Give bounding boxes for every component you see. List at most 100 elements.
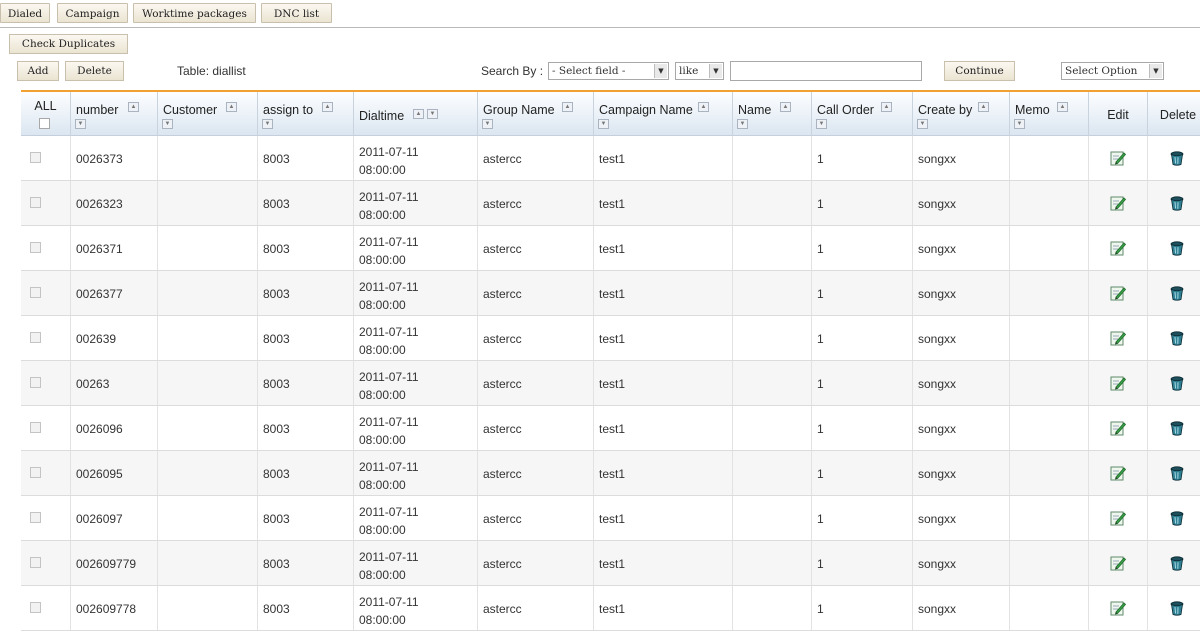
edit-pencil-icon[interactable] (1110, 195, 1127, 211)
sort-asc-icon[interactable]: ▲ (881, 102, 892, 112)
col-group-name[interactable]: Group Name ▲ ▼ (478, 92, 594, 136)
tab-dialed[interactable]: Dialed (0, 3, 50, 23)
edit-pencil-icon[interactable] (1110, 150, 1127, 166)
cell-edit (1089, 271, 1148, 315)
cell-group: astercc (478, 451, 594, 495)
edit-pencil-icon[interactable] (1110, 285, 1127, 301)
group-value: astercc (483, 467, 522, 481)
row-checkbox[interactable] (30, 557, 41, 568)
continue-button[interactable]: Continue (944, 61, 1015, 81)
col-memo[interactable]: Memo ▲ ▼ (1010, 92, 1089, 136)
sort-asc-icon[interactable]: ▲ (128, 102, 139, 112)
trash-can-icon[interactable] (1169, 240, 1185, 256)
col-name-label: Name (738, 103, 772, 117)
col-edit-label: Edit (1107, 108, 1129, 122)
trash-can-icon[interactable] (1169, 330, 1185, 346)
tab-campaign[interactable]: Campaign (57, 3, 128, 23)
edit-pencil-icon[interactable] (1110, 330, 1127, 346)
trash-can-icon[interactable] (1169, 195, 1185, 211)
row-checkbox[interactable] (30, 422, 41, 433)
number-value: 0026373 (76, 152, 123, 166)
cell-select (21, 271, 71, 315)
sort-asc-icon[interactable]: ▲ (226, 102, 237, 112)
edit-pencil-icon[interactable] (1110, 240, 1127, 256)
cell-select (21, 586, 71, 630)
group-value: astercc (483, 197, 522, 211)
sort-desc-icon[interactable]: ▼ (262, 119, 273, 129)
table-row: 0026095 8003 2011-07-11 08:00:00 astercc test… (21, 451, 1200, 496)
col-campaign-name[interactable]: Campaign Name ▲ ▼ (594, 92, 733, 136)
row-checkbox[interactable] (30, 332, 41, 343)
call-order-value: 1 (817, 557, 824, 571)
dialtime-date: 2011-07-11 (359, 460, 419, 474)
edit-pencil-icon[interactable] (1110, 375, 1127, 391)
trash-can-icon[interactable] (1169, 600, 1185, 616)
col-dialtime[interactable]: Dialtime ▲ ▼ (354, 92, 478, 136)
col-number[interactable]: number ▲ ▼ (71, 92, 158, 136)
sort-asc-icon[interactable]: ▲ (698, 102, 709, 112)
edit-pencil-icon[interactable] (1110, 555, 1127, 571)
edit-pencil-icon[interactable] (1110, 600, 1127, 616)
dialtime-date: 2011-07-11 (359, 370, 419, 384)
col-create-by[interactable]: Create by ▲ ▼ (913, 92, 1010, 136)
row-checkbox[interactable] (30, 467, 41, 478)
search-operator-select[interactable]: like ▼ (675, 62, 724, 80)
edit-pencil-icon[interactable] (1110, 510, 1127, 526)
cell-delete (1148, 451, 1200, 495)
sort-desc-icon[interactable]: ▼ (737, 119, 748, 129)
cell-number: 0026373 (71, 136, 158, 180)
sort-desc-icon[interactable]: ▼ (482, 119, 493, 129)
cell-edit (1089, 496, 1148, 540)
col-dialtime-label: Dialtime (359, 109, 405, 123)
sort-asc-icon[interactable]: ▲ (780, 102, 791, 112)
sort-desc-icon[interactable]: ▼ (816, 119, 827, 129)
dialtime-date: 2011-07-11 (359, 415, 419, 429)
add-button[interactable]: Add (17, 61, 59, 81)
sort-desc-icon[interactable]: ▼ (598, 119, 609, 129)
sort-desc-icon[interactable]: ▼ (162, 119, 173, 129)
tab-dnc-list[interactable]: DNC list (261, 3, 332, 23)
check-duplicates-button[interactable]: Check Duplicates (9, 34, 128, 54)
row-checkbox[interactable] (30, 602, 41, 613)
sort-asc-icon[interactable]: ▲ (978, 102, 989, 112)
trash-can-icon[interactable] (1169, 375, 1185, 391)
col-name[interactable]: Name ▲ ▼ (733, 92, 812, 136)
dialtime-time: 08:00:00 (359, 298, 406, 312)
sort-asc-icon[interactable]: ▲ (322, 102, 333, 112)
tab-worktime-packages[interactable]: Worktime packages (133, 3, 256, 23)
select-all-checkbox[interactable] (39, 118, 50, 129)
search-input[interactable] (730, 61, 922, 81)
trash-can-icon[interactable] (1169, 465, 1185, 481)
cell-name (733, 541, 812, 585)
sort-desc-icon[interactable]: ▼ (75, 119, 86, 129)
col-customer[interactable]: Customer ▲ ▼ (158, 92, 258, 136)
sort-asc-icon[interactable]: ▲ (1057, 102, 1068, 112)
row-checkbox[interactable] (30, 242, 41, 253)
sort-desc-icon[interactable]: ▼ (1014, 119, 1025, 129)
col-assign-to[interactable]: assign to ▲ ▼ (258, 92, 354, 136)
delete-button[interactable]: Delete (65, 61, 124, 81)
edit-pencil-icon[interactable] (1110, 420, 1127, 436)
trash-can-icon[interactable] (1169, 555, 1185, 571)
sort-desc-icon[interactable]: ▼ (917, 119, 928, 129)
row-checkbox[interactable] (30, 197, 41, 208)
sort-asc-icon[interactable]: ▲ (413, 109, 424, 119)
cell-campaign: test1 (594, 271, 733, 315)
trash-can-icon[interactable] (1169, 285, 1185, 301)
row-checkbox[interactable] (30, 377, 41, 388)
row-checkbox[interactable] (30, 512, 41, 523)
sort-asc-icon[interactable]: ▲ (562, 102, 573, 112)
trash-can-icon[interactable] (1169, 420, 1185, 436)
row-checkbox[interactable] (30, 152, 41, 163)
col-call-order[interactable]: Call Order ▲ ▼ (812, 92, 913, 136)
table-row: 0026373 8003 2011-07-11 08:00:00 astercc test… (21, 136, 1200, 181)
option-select[interactable]: Select Option ▼ (1061, 62, 1164, 80)
edit-pencil-icon[interactable] (1110, 465, 1127, 481)
search-field-select[interactable]: - Select field - ▼ (548, 62, 669, 80)
create-by-value: songxx (918, 332, 957, 346)
trash-can-icon[interactable] (1169, 150, 1185, 166)
row-checkbox[interactable] (30, 287, 41, 298)
cell-name (733, 181, 812, 225)
trash-can-icon[interactable] (1169, 510, 1185, 526)
sort-desc-icon[interactable]: ▼ (427, 109, 438, 119)
